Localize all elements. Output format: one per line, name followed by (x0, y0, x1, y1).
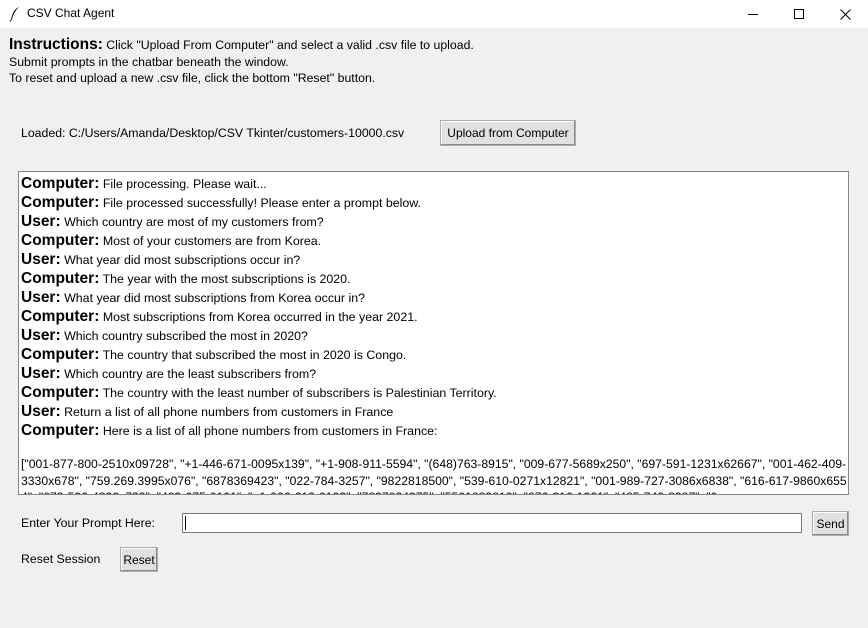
chat-message: User: Which country are the least subscr… (21, 364, 846, 383)
reset-session-label: Reset Session (21, 552, 101, 566)
message-text: File processed successfully! Please ente… (102, 196, 421, 210)
text-caret (185, 516, 186, 530)
instructions-heading: Instructions: (9, 36, 103, 53)
message-text: Which country are the least subscribers … (64, 367, 317, 381)
message-text: Return a list of all phone numbers from … (64, 405, 394, 419)
feather-icon (9, 7, 19, 22)
chat-message: User: Which country are most of my custo… (21, 212, 846, 231)
message-speaker: User: (21, 213, 61, 230)
send-button[interactable]: Send (812, 511, 849, 536)
prompt-input[interactable] (182, 513, 802, 533)
chat-message: Computer: Most subscriptions from Korea … (21, 307, 846, 326)
instructions: Instructions: Click "Upload From Compute… (9, 36, 474, 87)
message-speaker: User: (21, 365, 61, 382)
instructions-line-1: Click "Upload From Computer" and select … (106, 38, 474, 52)
message-speaker: Computer: (21, 270, 100, 287)
message-speaker: Computer: (21, 422, 100, 439)
message-text: What year did most subscriptions from Ko… (64, 291, 366, 305)
chat-message: User: Which country subscribed the most … (21, 326, 846, 345)
message-speaker: Computer: (21, 194, 100, 211)
message-text: The country with the least number of sub… (102, 386, 497, 400)
message-list: Computer: File processing. Please wait..… (21, 174, 846, 440)
message-text: Most subscriptions from Korea occurred i… (102, 310, 418, 324)
message-text: Most of your customers are from Korea. (102, 234, 322, 248)
message-text: File processing. Please wait... (102, 177, 267, 191)
close-icon (839, 8, 851, 20)
message-speaker: Computer: (21, 232, 100, 249)
prompt-label: Enter Your Prompt Here: (21, 516, 155, 530)
chat-message: Computer: The country that subscribed th… (21, 345, 846, 364)
message-speaker: Computer: (21, 175, 100, 192)
title-bar: CSV Chat Agent (0, 0, 868, 28)
reset-button[interactable]: Reset (120, 547, 158, 572)
chat-window[interactable]: Computer: File processing. Please wait..… (18, 171, 849, 495)
message-text: The year with the most subscriptions is … (102, 272, 351, 286)
message-text: Which country are most of my customers f… (64, 215, 324, 229)
message-text: Which country subscribed the most in 202… (64, 329, 308, 343)
maximize-icon (794, 9, 804, 19)
chat-message: User: Return a list of all phone numbers… (21, 402, 846, 421)
upload-button[interactable]: Upload from Computer (440, 120, 576, 146)
maximize-button[interactable] (776, 0, 822, 28)
chat-message: Computer: Here is a list of all phone nu… (21, 421, 846, 440)
phone-number-list: ["001-877-800-2510x09728", "+1-446-671-0… (21, 457, 847, 494)
chat-message: Computer: File processing. Please wait..… (21, 174, 846, 193)
window-title: CSV Chat Agent (27, 6, 115, 20)
message-speaker: Computer: (21, 384, 100, 401)
instructions-line-3: To reset and upload a new .csv file, cli… (9, 71, 376, 85)
close-button[interactable] (822, 0, 868, 28)
message-text: Here is a list of all phone numbers from… (102, 424, 438, 438)
chat-message: User: What year did most subscriptions o… (21, 250, 846, 269)
minimize-button[interactable] (730, 0, 776, 28)
message-text: The country that subscribed the most in … (102, 348, 407, 362)
message-speaker: Computer: (21, 308, 100, 325)
message-speaker: User: (21, 327, 61, 344)
message-speaker: User: (21, 251, 61, 268)
chat-message: User: What year did most subscriptions f… (21, 288, 846, 307)
message-speaker: Computer: (21, 346, 100, 363)
loaded-file-label: Loaded: C:/Users/Amanda/Desktop/CSV Tkin… (21, 126, 405, 140)
chat-message: Computer: Most of your customers are fro… (21, 231, 846, 250)
instructions-line-2: Submit prompts in the chatbar beneath th… (9, 54, 289, 69)
message-speaker: User: (21, 289, 61, 306)
chat-message: Computer: The year with the most subscri… (21, 269, 846, 288)
message-speaker: User: (21, 403, 61, 420)
chat-message: Computer: File processed successfully! P… (21, 193, 846, 212)
chat-message: Computer: The country with the least num… (21, 383, 846, 402)
minimize-icon (748, 14, 758, 15)
message-text: What year did most subscriptions occur i… (64, 253, 301, 267)
